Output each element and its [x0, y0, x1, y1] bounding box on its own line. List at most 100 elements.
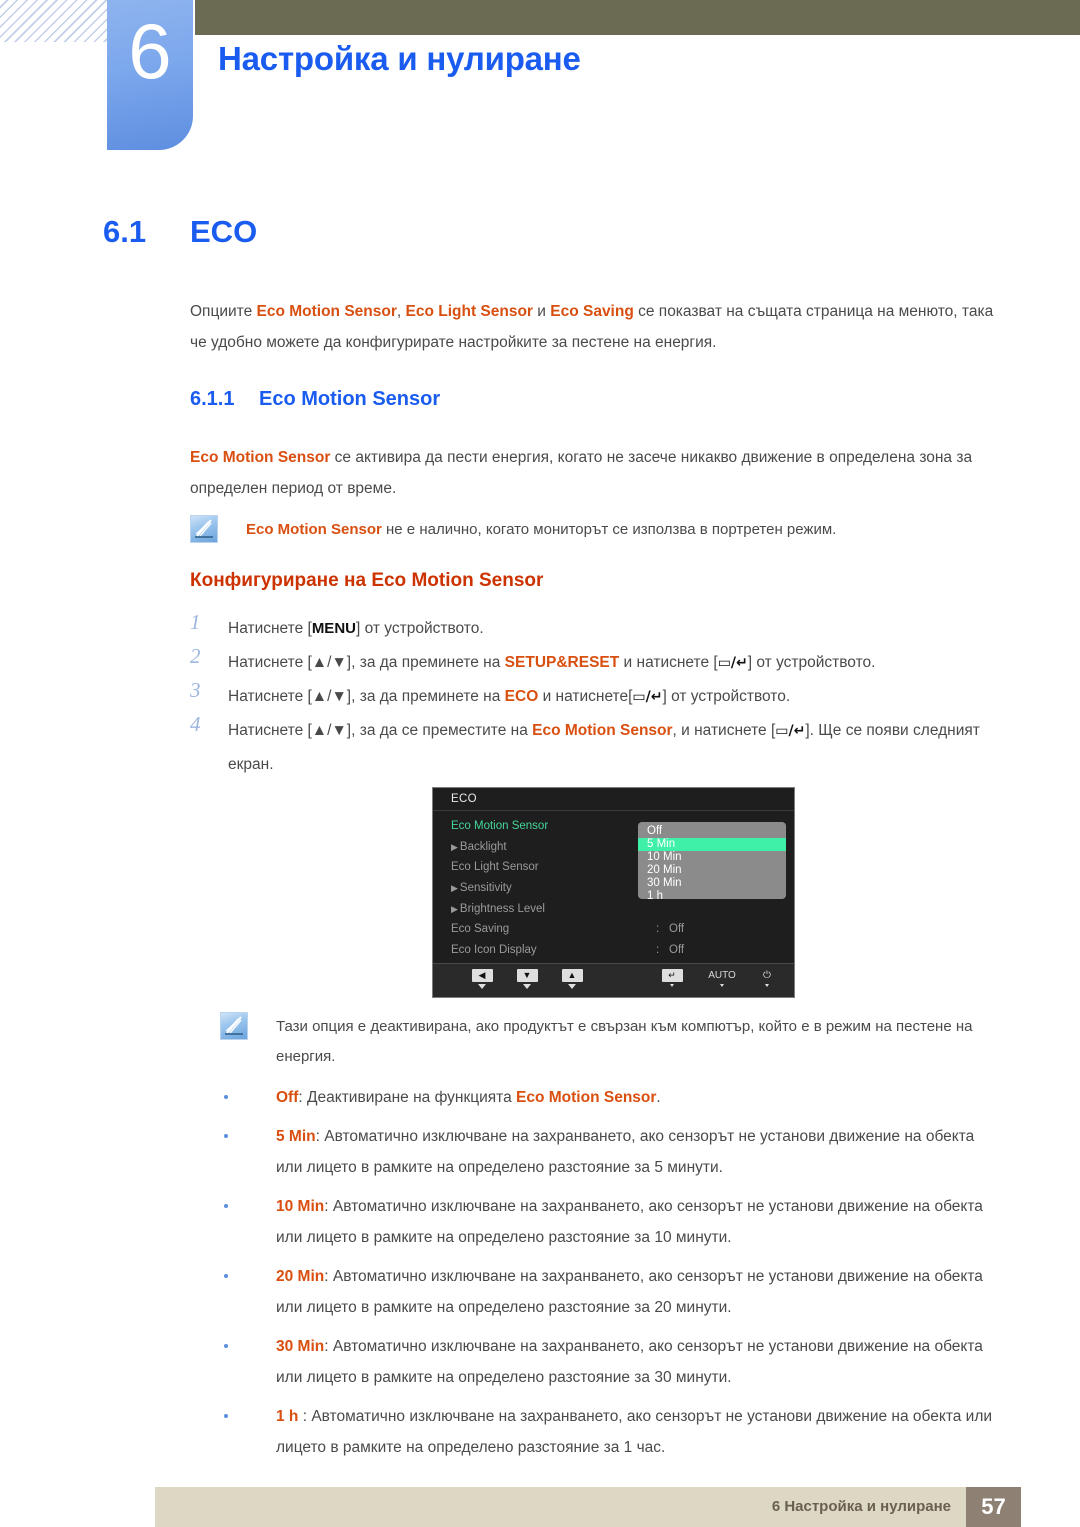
bullet-dot-icon	[224, 1134, 228, 1138]
bullet-separator: :	[298, 1089, 308, 1106]
step-text-mid: и натиснете [	[619, 654, 718, 671]
osd-row-eco-saving[interactable]: Eco Saving : Off	[451, 923, 781, 944]
osd-row-label: Eco Icon Display	[451, 944, 537, 957]
osd-button-down[interactable]: ▼	[510, 969, 544, 989]
section-number: 6.1	[103, 214, 147, 249]
bullet-body: Деактивиране на функцията	[307, 1089, 517, 1106]
bullet-body-post: .	[656, 1089, 661, 1106]
dropdown-option-1h[interactable]: 1 h	[638, 890, 786, 899]
bullet-separator: :	[324, 1338, 333, 1355]
arrow-down-icon: ▼	[516, 969, 538, 982]
step-term: SETUP&RESET	[504, 654, 620, 671]
note-pen-icon	[190, 515, 218, 543]
chapter-title: Настройка и нулиране	[218, 40, 581, 77]
intro-term-3: Eco Saving	[550, 303, 634, 320]
bullet-separator: :	[298, 1408, 312, 1425]
bullet-term-2: Eco Motion Sensor	[516, 1089, 657, 1106]
bullet-text: 5 Min: Автоматично изключване на захранв…	[276, 1128, 974, 1176]
step-key-glyph: ▭/↵	[632, 689, 663, 705]
osd-button-enter[interactable]: ↵	[655, 969, 689, 987]
osd-button-up[interactable]: ▲	[555, 969, 589, 989]
dropdown-option-30min[interactable]: 30 Min	[638, 877, 786, 890]
step-text: Натиснете [▲/▼], за да се преместите на …	[228, 722, 980, 773]
bullet-separator: :	[324, 1268, 333, 1285]
osd-row-label: Brightness Level	[459, 902, 545, 915]
bullet-dot-icon	[224, 1095, 228, 1099]
step-number: 2	[190, 644, 201, 668]
step-item: 3 Натиснете [▲/▼], за да преминете на EC…	[190, 678, 1002, 714]
bullet-item-1h: 1 h : Автоматично изключване на захранва…	[190, 1401, 1002, 1463]
step-text-mid: , и натиснете [	[672, 722, 776, 739]
button-indicator-triangle	[720, 984, 724, 987]
step-number: 3	[190, 678, 201, 702]
osd-row-brightness-level[interactable]: ▶ Brightness Level	[451, 903, 781, 924]
arrow-left-icon: ◀	[471, 969, 493, 982]
osd-row-label: Eco Light Sensor	[451, 861, 539, 874]
intro-term-1: Eco Motion Sensor	[256, 303, 397, 320]
intro-text-3: и	[532, 303, 551, 320]
osd-menu-screenshot: ECO Eco Motion Sensor : ▶Backlight : Eco…	[432, 787, 795, 998]
osd-row-colon: :	[656, 923, 660, 936]
bullet-term: 20 Min	[276, 1268, 325, 1285]
chapter-tab: 6	[107, 0, 193, 150]
dropdown-option-10min[interactable]: 10 Min	[638, 851, 786, 864]
osd-row-label: Eco Saving	[451, 923, 510, 936]
bullet-item-30min: 30 Min: Автоматично изключване на захран…	[190, 1331, 1002, 1393]
step-key: MENU	[311, 620, 356, 637]
button-indicator-triangle	[568, 984, 576, 989]
step-text-pre: Натиснете [▲/▼], за да се преместите на	[228, 722, 533, 739]
note-2-text: Тази опция е деактивирана, ако продуктът…	[276, 1018, 973, 1065]
power-icon: ⏻	[763, 970, 771, 981]
dropdown-option-5min[interactable]: 5 Min	[638, 838, 786, 851]
step-key-glyph: ▭/↵	[775, 723, 806, 739]
osd-button-left[interactable]: ◀	[465, 969, 499, 989]
description-paragraph: Eco Motion Sensor се активира да пести е…	[190, 442, 1002, 504]
bullet-body: Автоматично изключване на захранването, …	[276, 1198, 983, 1246]
triangle-right-icon: ▶	[451, 883, 458, 894]
bullet-term: Off	[276, 1089, 299, 1106]
button-indicator-triangle	[478, 984, 486, 989]
bullet-text: 20 Min: Автоматично изключване на захран…	[276, 1268, 983, 1316]
osd-row-eco-icon-display[interactable]: Eco Icon Display : Off	[451, 944, 781, 965]
bullet-body: Автоматично изключване на захранването, …	[276, 1268, 983, 1316]
bullet-dot-icon	[224, 1414, 228, 1418]
steps-list: 1 Натиснете [MENU] от устройството. 2 На…	[190, 610, 1002, 782]
bullet-body: Автоматично изключване на захранването, …	[276, 1408, 993, 1456]
osd-button-power[interactable]: ⏻	[750, 969, 784, 987]
configuration-heading: Конфигуриране на Eco Motion Sensor	[190, 570, 544, 591]
triangle-right-icon: ▶	[451, 841, 458, 852]
step-item: 4 Натиснете [▲/▼], за да се преместите н…	[190, 712, 1002, 782]
button-indicator-triangle	[670, 984, 674, 987]
step-text-mid: и натиснете[	[538, 688, 633, 705]
section-heading: 6.1 ECO	[103, 214, 257, 250]
step-term: ECO	[504, 688, 539, 705]
bullet-item-off: Off: Деактивиране на функцията Eco Motio…	[190, 1082, 1002, 1113]
note-1-term: Eco Motion Sensor	[246, 521, 382, 538]
bullet-text: 30 Min: Автоматично изключване на захран…	[276, 1338, 983, 1386]
bullet-text: 10 Min: Автоматично изключване на захран…	[276, 1198, 983, 1246]
osd-button-auto[interactable]: AUTO	[705, 969, 739, 987]
step-key-glyph: ▭/↵	[717, 655, 748, 671]
header-olive-bar	[195, 0, 1080, 35]
bullet-separator: :	[315, 1128, 325, 1145]
osd-dropdown[interactable]: Off 5 Min 10 Min 20 Min 30 Min 1 h	[638, 822, 786, 899]
intro-text-1: Опциите	[190, 303, 257, 320]
osd-row-value: Off	[669, 923, 685, 936]
dropdown-option-off[interactable]: Off	[638, 825, 786, 838]
step-text-post: ] от устройството.	[747, 654, 876, 671]
intro-term-2: Eco Light Sensor	[405, 303, 533, 320]
bullet-term: 5 Min	[276, 1128, 316, 1145]
button-indicator-triangle	[765, 984, 769, 987]
bullet-body: Автоматично изключване на захранването, …	[276, 1128, 975, 1176]
intro-text-2: ,	[396, 303, 406, 320]
step-number: 1	[190, 610, 201, 634]
triangle-right-icon: ▶	[451, 903, 458, 914]
step-text: Натиснете [▲/▼], за да преминете на SETU…	[228, 654, 875, 671]
intro-paragraph: Опциите Eco Motion Sensor, Eco Light Sen…	[190, 296, 1002, 358]
bullet-text: Off: Деактивиране на функцията Eco Motio…	[276, 1089, 661, 1106]
osd-button-bar: ◀ ▼ ▲ ↵ AUTO ⏻	[433, 963, 794, 997]
step-text-post: ] от устройството.	[355, 620, 484, 637]
dropdown-option-20min[interactable]: 20 Min	[638, 864, 786, 877]
bullet-dot-icon	[224, 1274, 228, 1278]
step-item: 1 Натиснете [MENU] от устройството.	[190, 610, 1002, 646]
